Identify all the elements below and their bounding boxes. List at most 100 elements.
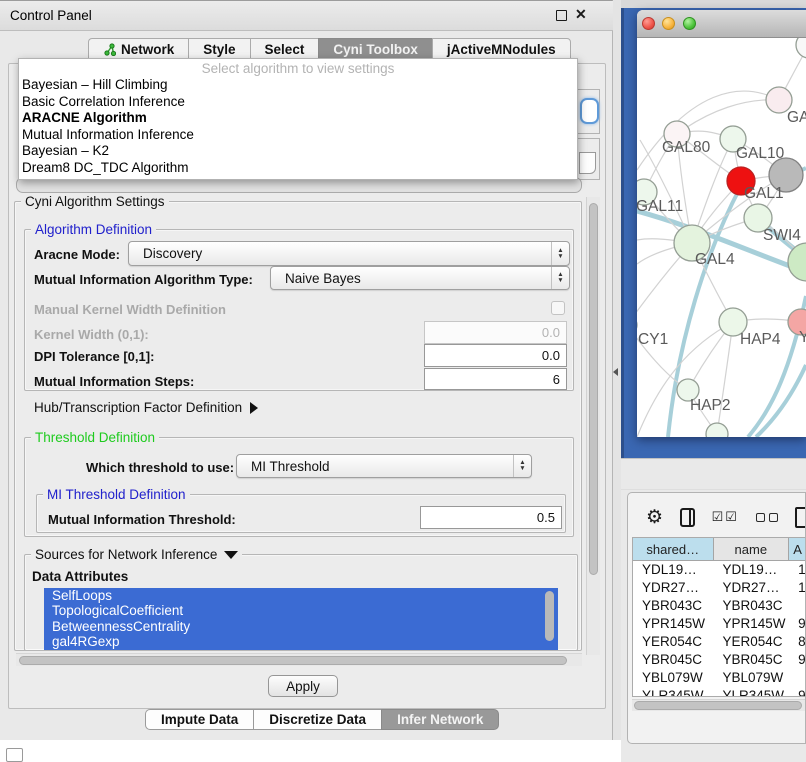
attribute-item[interactable]: TopologicalCoefficient: [44, 603, 558, 618]
table-header-row: shared…nameA: [633, 538, 806, 561]
which-threshold-label: Which threshold to use:: [86, 460, 234, 475]
attribute-item[interactable]: SelfLoops: [44, 588, 558, 603]
node-label: GAL4: [695, 251, 735, 268]
hub-definition-toggle[interactable]: Hub/Transcription Factor Definition: [34, 400, 258, 415]
apply-button[interactable]: Apply: [268, 675, 338, 697]
dpi-tolerance-field[interactable]: 0.0: [424, 344, 567, 367]
unchecked-boxes-icon[interactable]: [756, 513, 778, 522]
tab-network-label: Network: [121, 42, 174, 57]
table-scrollbar-thumb[interactable]: [634, 701, 802, 710]
tab-cyni-toolbox[interactable]: Cyni Toolbox: [318, 38, 432, 60]
settings-horizontal-scrollbar[interactable]: [16, 653, 582, 666]
horizontal-scrollbar-thumb[interactable]: [19, 656, 567, 665]
vertical-scrollbar-thumb[interactable]: [589, 203, 598, 575]
node-label: HAP4: [740, 331, 781, 348]
window-minimize-icon[interactable]: [662, 17, 675, 30]
kernel-width-field[interactable]: 0.0: [424, 321, 567, 344]
table-cell: YDL19…: [714, 561, 790, 579]
algorithm-definition-title: Algorithm Definition: [31, 222, 156, 237]
unchecked-box: [756, 513, 765, 522]
which-threshold-value: MI Threshold: [237, 459, 513, 474]
network-node[interactable]: [796, 38, 806, 58]
data-attributes-list[interactable]: SelfLoopsTopologicalCoefficientBetweenne…: [44, 588, 558, 650]
table-cell: 12: [789, 579, 806, 597]
network-edge[interactable]: [717, 322, 733, 434]
tab-style[interactable]: Style: [188, 38, 249, 60]
tab-infer-network[interactable]: Infer Network: [381, 709, 499, 730]
table-row[interactable]: YLR345WYLR345W9.: [633, 687, 806, 697]
split-columns-icon[interactable]: [680, 508, 695, 527]
close-icon[interactable]: ✕: [575, 6, 587, 23]
node-label: Y: [799, 329, 806, 346]
table-row[interactable]: YDL19…YDL19…13: [633, 561, 806, 579]
algorithm-option[interactable]: Basic Correlation Inference: [19, 94, 577, 111]
column-header[interactable]: A: [789, 538, 806, 560]
mi-steps-field[interactable]: 6: [424, 368, 567, 390]
tab-discretize-data[interactable]: Discretize Data: [253, 709, 381, 730]
table-cell: YLR345W: [714, 687, 790, 697]
algorithm-option[interactable]: Mutual Information Inference: [19, 127, 577, 144]
network-node[interactable]: [706, 423, 728, 437]
control-panel-tabs: Network Style Select Cyni Toolbox jActiv…: [88, 38, 571, 60]
table-cell: 8.: [789, 633, 806, 651]
node-label: GCY1: [637, 331, 668, 348]
tab-select[interactable]: Select: [250, 38, 319, 60]
window-close-icon[interactable]: [642, 17, 655, 30]
mi-steps-label: Mutual Information Steps:: [34, 374, 194, 389]
checked-boxes-icon[interactable]: ☑☑: [712, 509, 739, 525]
manual-kernel-width-checkbox[interactable]: [551, 301, 565, 315]
table-cell: YDL19…: [633, 561, 714, 579]
column-header[interactable]: shared…: [633, 538, 714, 560]
table-cell: [789, 669, 806, 687]
table-row[interactable]: YPR145WYPR145W9.: [633, 615, 806, 633]
mi-threshold-group-title: MI Threshold Definition: [43, 487, 190, 502]
sources-group-title: Sources for Network Inference: [35, 547, 217, 562]
gear-icon[interactable]: ⚙: [646, 508, 663, 527]
float-window-icon[interactable]: [556, 10, 567, 21]
node-label: SWI4: [763, 227, 801, 244]
settings-vertical-scrollbar[interactable]: [586, 197, 600, 655]
table-row[interactable]: YBR045CYBR045C9.: [633, 651, 806, 669]
tab-network[interactable]: Network: [88, 38, 188, 60]
panel-restore-icon[interactable]: [6, 748, 23, 762]
tab-jactivemnodules[interactable]: jActiveMNodules: [432, 38, 571, 60]
cyni-algorithm-settings-title: Cyni Algorithm Settings: [21, 194, 169, 209]
algorithm-dropdown-popup: Select algorithm to view settings Bayesi…: [18, 58, 578, 180]
mi-threshold-label: Mutual Information Threshold:: [48, 512, 236, 527]
which-threshold-combo[interactable]: MI Threshold ▲▼: [236, 454, 532, 478]
algorithm-list: Bayesian – Hill ClimbingBasic Correlatio…: [19, 77, 577, 176]
splitpane-collapse-icon[interactable]: [613, 368, 618, 376]
kernel-width-label: Kernel Width (0,1):: [34, 327, 149, 342]
table-row[interactable]: YBR043CYBR043C: [633, 597, 806, 615]
table-horizontal-scrollbar[interactable]: [632, 699, 806, 711]
table-row[interactable]: YDR27…YDR27…12: [633, 579, 806, 597]
mi-algorithm-type-combo[interactable]: Naive Bayes ▲▼: [270, 266, 570, 290]
network-canvas[interactable]: GALGAL80GAL10GAL1GAL11SWI4GAL4GCY1HAP4YH…: [637, 38, 806, 437]
sources-group-title-wrap[interactable]: Sources for Network Inference: [31, 547, 242, 562]
attributes-list-scrollbar[interactable]: [545, 591, 554, 641]
table-cell: 9.: [789, 651, 806, 669]
table-row[interactable]: YER054CYER054C8.: [633, 633, 806, 651]
mi-threshold-field[interactable]: 0.5: [420, 506, 562, 529]
algorithm-option[interactable]: Bayesian – Hill Climbing: [19, 77, 577, 94]
aracne-mode-combo[interactable]: Discovery ▲▼: [128, 241, 570, 266]
column-header[interactable]: name: [714, 538, 790, 560]
tab-impute-data[interactable]: Impute Data: [145, 709, 253, 730]
table-cell: 9.: [789, 615, 806, 633]
algorithm-option[interactable]: ARACNE Algorithm: [19, 110, 577, 127]
algorithm-option[interactable]: Dream8 DC_TDC Algorithm: [19, 160, 577, 177]
algorithm-option[interactable]: Bayesian – K2: [19, 143, 577, 160]
table-cell: YER054C: [714, 633, 790, 651]
application-window: Control Panel ✕ Network Style Select Cyn…: [0, 0, 806, 762]
network-edge-thick[interactable]: [756, 365, 806, 437]
aracne-mode-label: Aracne Mode:: [34, 247, 120, 262]
attribute-item[interactable]: gal4RGexp: [44, 634, 558, 649]
window-zoom-icon[interactable]: [683, 17, 696, 30]
table-panel-container: ⚙ ☑☑ shared…nameA YDL19…YDL19…13YDR27…YD…: [627, 492, 806, 744]
attribute-item[interactable]: BetweennessCentrality: [44, 619, 558, 634]
combo-stepper-icon: ▲▼: [551, 242, 569, 265]
table-row[interactable]: YBL079WYBL079W: [633, 669, 806, 687]
node-label: HAP2: [690, 397, 731, 414]
tab-cyni-toolbox-label: Cyni Toolbox: [333, 42, 418, 57]
page-icon[interactable]: [795, 507, 806, 528]
